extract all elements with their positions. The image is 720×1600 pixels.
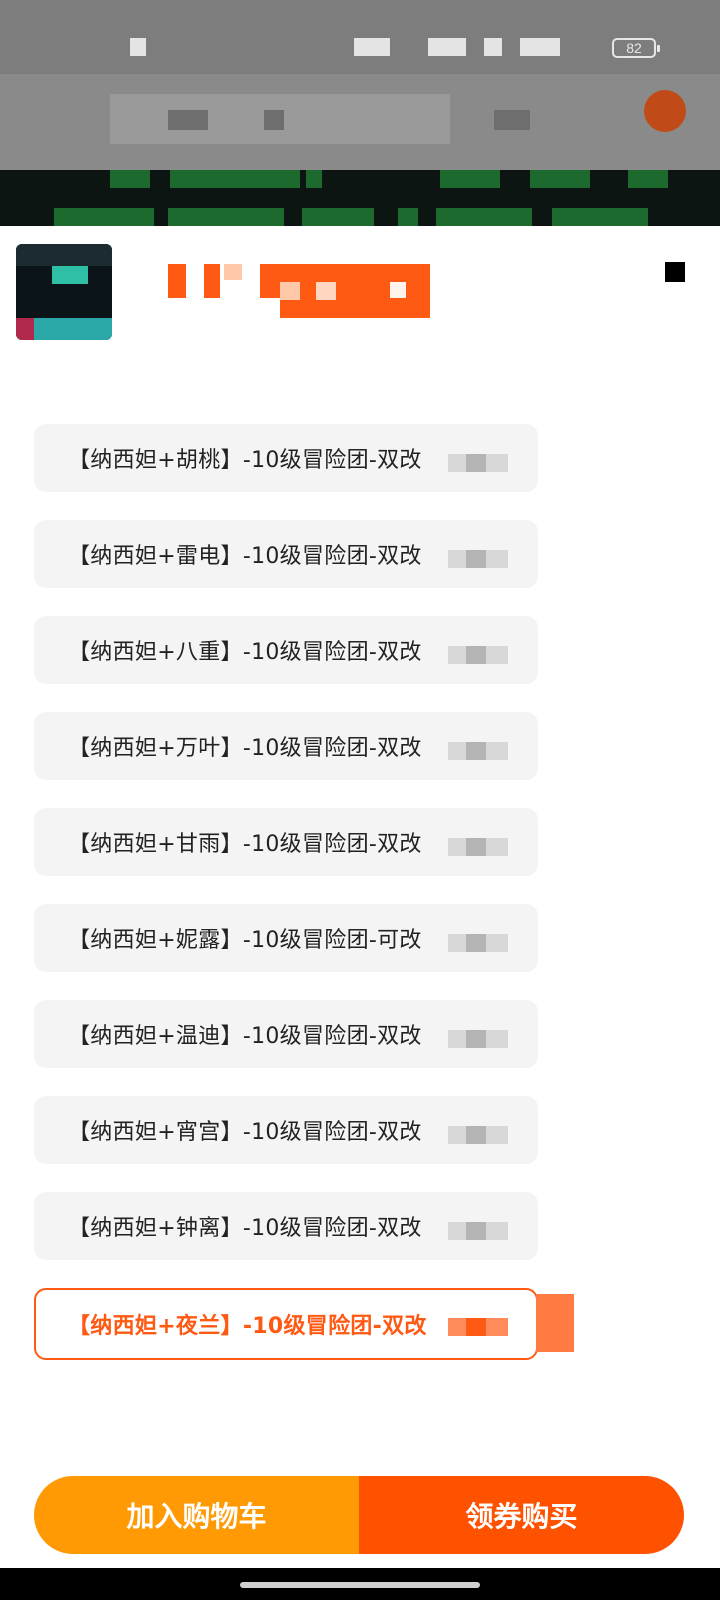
buy-with-coupon-button[interactable]: 领券购买 [359, 1476, 684, 1554]
sku-option-label: 【纳西妲+万叶】-10级冒险团-双改 [68, 736, 422, 761]
close-button[interactable] [665, 262, 685, 282]
battery-level: 82 [626, 40, 642, 56]
sku-option[interactable]: 【纳西妲+宵宫】-10级冒险团-双改 [34, 1096, 538, 1164]
sku-option[interactable]: 【纳西妲+万叶】-10级冒险团-双改 [34, 712, 538, 780]
sku-option-extra [448, 1222, 508, 1240]
header-icon [264, 110, 284, 130]
sku-option-label: 【纳西妲+妮露】-10级冒险团-可改 [68, 928, 422, 953]
sku-option-label: 【纳西妲+雷电】-10级冒险团-双改 [68, 544, 422, 569]
sku-option-extra [448, 1318, 508, 1336]
sku-option-label: 【纳西妲+温迪】-10级冒险团-双改 [68, 1024, 422, 1049]
page-header [0, 74, 720, 170]
sku-option-extra [448, 1126, 508, 1144]
sku-option-extra [448, 838, 508, 856]
purchase-actions: 加入购物车 领券购买 [34, 1476, 684, 1554]
battery-icon: 82 [612, 38, 660, 58]
sku-option-selected[interactable]: 【纳西妲+夜兰】-10级冒险团-双改 [34, 1288, 538, 1360]
status-bar: 82 [0, 0, 720, 74]
sku-option-label: 【纳西妲+甘雨】-10级冒险团-双改 [68, 832, 422, 857]
sku-option[interactable]: 【纳西妲+妮露】-10级冒险团-可改 [34, 904, 538, 972]
sku-option-label: 【纳西妲+八重】-10级冒险团-双改 [68, 640, 422, 665]
header-icon [494, 110, 530, 130]
status-icons [354, 38, 390, 56]
sku-option[interactable]: 【纳西妲+胡桃】-10级冒险团-双改 [34, 424, 538, 492]
sku-option[interactable]: 【纳西妲+钟离】-10级冒险团-双改 [34, 1192, 538, 1260]
sku-option[interactable]: 【纳西妲+八重】-10级冒险团-双改 [34, 616, 538, 684]
product-price [168, 264, 438, 318]
status-time [130, 38, 146, 56]
sku-option-extra [448, 550, 508, 568]
sku-option-label: 【纳西妲+夜兰】-10级冒险团-双改 [68, 1314, 427, 1339]
sku-option-label: 【纳西妲+宵宫】-10级冒险团-双改 [68, 1120, 422, 1145]
add-to-cart-button[interactable]: 加入购物车 [34, 1476, 359, 1554]
cart-badge-icon [644, 90, 686, 132]
sku-option-extra [448, 1030, 508, 1048]
sku-selection-sheet: 【纳西妲+胡桃】-10级冒险团-双改 【纳西妲+雷电】-10级冒险团-双改 【纳… [0, 226, 720, 1600]
selected-indicator [536, 1294, 574, 1352]
header-icon [168, 110, 208, 130]
background-overlay[interactable]: 82 [0, 0, 720, 226]
sku-option-label: 【纳西妲+钟离】-10级冒险团-双改 [68, 1216, 422, 1241]
wifi-icon [520, 38, 560, 56]
sku-option[interactable]: 【纳西妲+甘雨】-10级冒险团-双改 [34, 808, 538, 876]
home-indicator[interactable] [240, 1582, 480, 1588]
sku-option-label: 【纳西妲+胡桃】-10级冒险团-双改 [68, 448, 422, 473]
product-thumbnail[interactable] [16, 244, 112, 340]
sku-option-extra [448, 934, 508, 952]
sku-option[interactable]: 【纳西妲+温迪】-10级冒险团-双改 [34, 1000, 538, 1068]
banner-strip [0, 170, 720, 226]
sku-option-extra [448, 646, 508, 664]
sku-option[interactable]: 【纳西妲+雷电】-10级冒险团-双改 [34, 520, 538, 588]
network-icon [428, 38, 466, 56]
sku-option-extra [448, 742, 508, 760]
signal-icon [484, 38, 502, 56]
sku-option-extra [448, 454, 508, 472]
